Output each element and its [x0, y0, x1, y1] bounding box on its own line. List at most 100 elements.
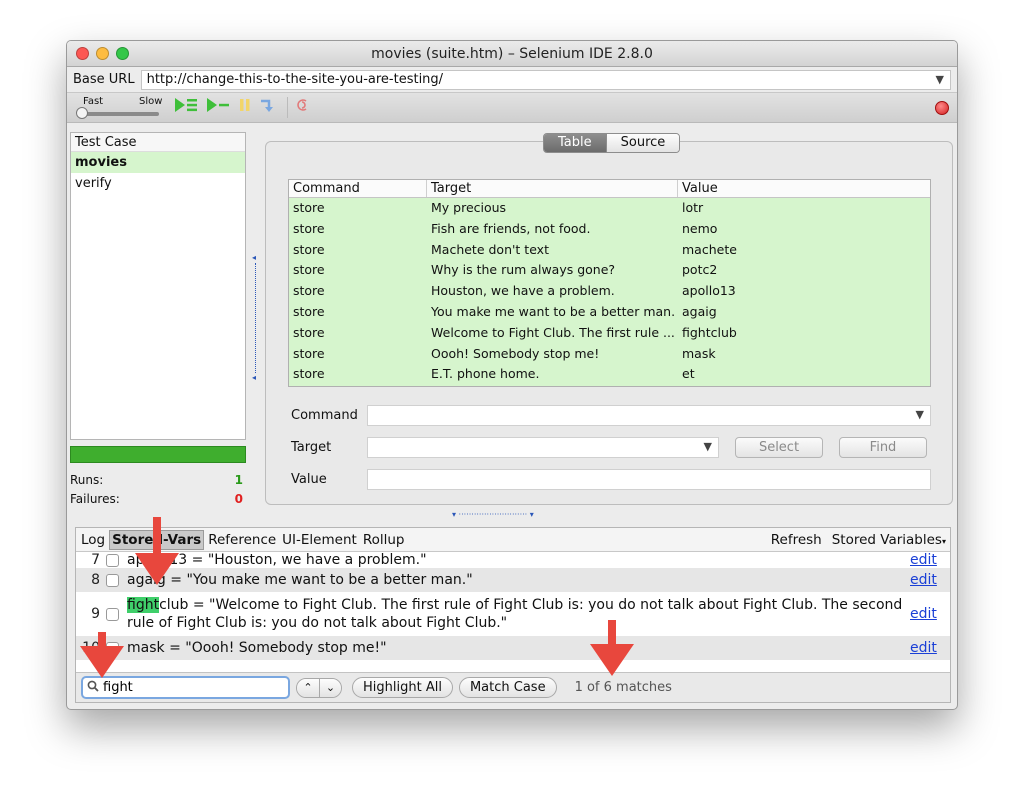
tab-source[interactable]: Source — [605, 134, 680, 152]
row-checkbox[interactable] — [106, 573, 119, 587]
zoom-window-button[interactable] — [116, 47, 129, 60]
column-header-target[interactable]: Target — [427, 180, 678, 197]
command-cell: store — [293, 200, 325, 215]
test-case-list: Test Case movies verify — [70, 132, 246, 440]
tab-ui-element[interactable]: UI-Element — [280, 531, 359, 549]
row-checkbox[interactable] — [106, 553, 119, 567]
value-cell: lotr — [682, 200, 704, 215]
failures-value: 0 — [234, 492, 243, 506]
column-header-value[interactable]: Value — [678, 180, 930, 197]
command-cell: store — [293, 241, 325, 257]
test-case-item-movies[interactable]: movies — [71, 152, 245, 173]
test-case-item-verify[interactable]: verify — [71, 173, 245, 194]
dropdown-arrow-icon[interactable]: ▼ — [704, 440, 712, 453]
runs-label: Runs: — [70, 473, 104, 487]
refresh-button[interactable]: Refresh — [771, 532, 822, 548]
rollup-icon[interactable] — [287, 97, 310, 118]
table-header: Command Target Value — [289, 180, 930, 198]
base-url-input[interactable]: http://change-this-to-the-site-you-are-t… — [140, 69, 951, 90]
stored-variables-label: Stored Variables — [831, 531, 942, 548]
value-cell: potc2 — [682, 262, 718, 278]
stored-var-text: apollo13 = "Houston, we have a problem." — [127, 552, 427, 568]
search-icon — [87, 680, 99, 696]
horizontal-splitter[interactable]: ▾ ··························· ▾ — [452, 510, 534, 519]
stored-var-row: 7 apollo13 = "Houston, we have a problem… — [76, 552, 950, 568]
command-cell: store — [293, 220, 325, 236]
selenium-ide-window: movies (suite.htm) – Selenium IDE 2.8.0 … — [66, 40, 958, 710]
test-case-panel: Test Case movies verify Runs: 1 Failures… — [70, 132, 246, 506]
table-row[interactable]: store Why is the rum always gone? potc2 — [289, 260, 930, 281]
command-field[interactable]: ▼ — [367, 404, 931, 426]
stored-var-row: 8 agaig = "You make me want to be a bett… — [76, 568, 950, 592]
value-cell: mask — [682, 345, 716, 361]
edit-link[interactable]: edit — [910, 606, 950, 622]
table-row[interactable]: store E.T. phone home. et — [289, 364, 930, 385]
find-previous-button[interactable]: ⌃ — [297, 678, 319, 697]
play-test-icon[interactable] — [207, 97, 231, 118]
play-suite-icon[interactable] — [175, 97, 199, 118]
value-cell: apollo13 — [682, 283, 736, 299]
row-number: 9 — [91, 606, 100, 622]
command-label: Command — [291, 407, 358, 423]
find-input[interactable] — [103, 680, 273, 695]
highlight-all-button[interactable]: Highlight All — [352, 677, 453, 698]
table-row[interactable]: store My precious lotr — [289, 198, 930, 219]
command-editor: Command ▼ Target ▼ Select Find Value — [291, 399, 931, 495]
step-icon[interactable] — [259, 97, 273, 118]
speed-knob[interactable] — [76, 106, 88, 119]
edit-link[interactable]: edit — [910, 640, 950, 656]
table-row[interactable]: store Welcome to Fight Club. The first ru… — [289, 323, 930, 344]
close-window-button[interactable] — [76, 47, 89, 60]
select-button[interactable]: Select — [735, 436, 823, 458]
pause-icon[interactable] — [239, 97, 251, 118]
stored-variables-menu[interactable]: Stored Variables▾ — [832, 532, 946, 548]
table-row[interactable]: store Machete don't text machete — [289, 240, 930, 261]
tab-rollup[interactable]: Rollup — [361, 531, 407, 549]
dropdown-arrow-icon[interactable]: ▼ — [916, 408, 924, 421]
find-button[interactable]: Find — [839, 436, 927, 458]
speed-track — [79, 111, 159, 116]
dropdown-arrow-icon[interactable]: ▼ — [936, 71, 944, 89]
stored-var-text: agaig = "You make me want to be a better… — [127, 572, 473, 588]
title-bar: movies (suite.htm) – Selenium IDE 2.8.0 — [67, 41, 957, 67]
vertical-splitter[interactable]: ◂ ◂ — [252, 253, 260, 383]
tab-log[interactable]: Log — [79, 531, 107, 549]
target-cell: Oooh! Somebody stop me! — [431, 345, 600, 361]
command-cell: store — [293, 303, 325, 319]
edit-link[interactable]: edit — [910, 572, 950, 588]
speed-fast-label: Fast — [83, 95, 104, 107]
failures-row: Failures: 0 — [70, 490, 246, 509]
stored-var-text: mask = "Oooh! Somebody stop me!" — [127, 640, 387, 656]
match-case-button[interactable]: Match Case — [458, 677, 557, 698]
table-row[interactable]: store Oooh! Somebody stop me! mask — [289, 344, 930, 365]
stored-var-text-rest: club = "Welcome to Fight Club. The first… — [127, 597, 903, 631]
tab-table[interactable]: Table — [544, 134, 606, 152]
column-header-command[interactable]: Command — [289, 180, 427, 197]
edit-link[interactable]: edit — [910, 552, 950, 568]
find-input-box[interactable] — [81, 676, 290, 699]
table-row[interactable]: store Houston, we have a problem. apollo13 — [289, 281, 930, 302]
tab-reference[interactable]: Reference — [206, 531, 278, 549]
target-cell: Houston, we have a problem. — [431, 283, 615, 299]
window-controls — [76, 47, 129, 60]
stored-var-row: 10 mask = "Oooh! Somebody stop me!" edit — [76, 636, 950, 660]
value-cell: nemo — [682, 220, 718, 236]
target-field[interactable]: ▼ — [367, 436, 719, 458]
table-row[interactable]: store Fish are friends, not food. nemo — [289, 219, 930, 240]
runs-value: 1 — [234, 473, 243, 487]
stored-var-text: fightclub = "Welcome to Fight Club. The … — [127, 596, 910, 632]
target-cell: Fish are friends, not food. — [431, 220, 591, 236]
speed-slider[interactable]: Fast Slow — [73, 95, 163, 121]
command-cell: store — [293, 366, 325, 382]
bottom-tabs: Log Stored-Vars Reference UI-Element Rol… — [76, 528, 950, 552]
row-checkbox[interactable] — [106, 607, 119, 621]
find-next-button[interactable]: ⌄ — [319, 678, 341, 697]
record-icon[interactable] — [935, 101, 949, 115]
minimize-window-button[interactable] — [96, 47, 109, 60]
commands-table: Command Target Value store My precious lot… — [288, 179, 931, 387]
value-cell: machete — [682, 241, 737, 257]
window-title: movies (suite.htm) – Selenium IDE 2.8.0 — [371, 46, 653, 62]
value-field[interactable] — [367, 468, 931, 490]
runs-row: Runs: 1 — [70, 471, 246, 490]
table-row[interactable]: store You make me want to be a better man… — [289, 302, 930, 323]
